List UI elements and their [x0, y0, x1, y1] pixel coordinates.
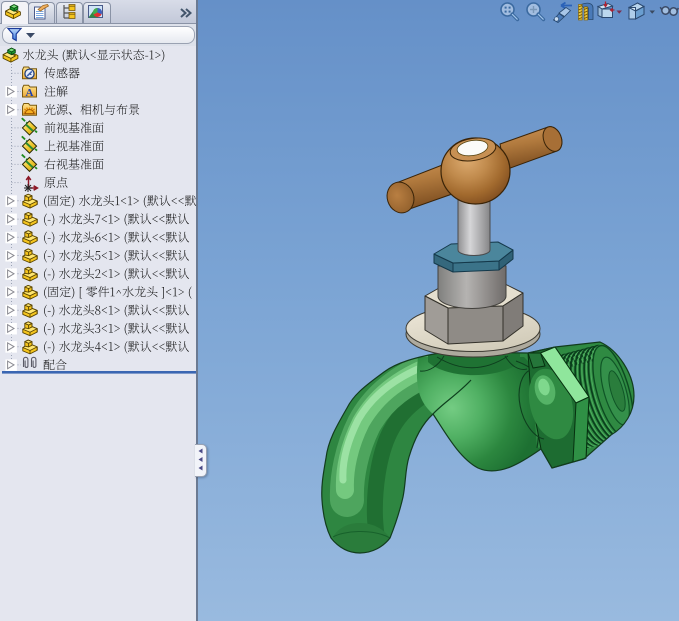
svg-text:A: A	[26, 87, 34, 99]
